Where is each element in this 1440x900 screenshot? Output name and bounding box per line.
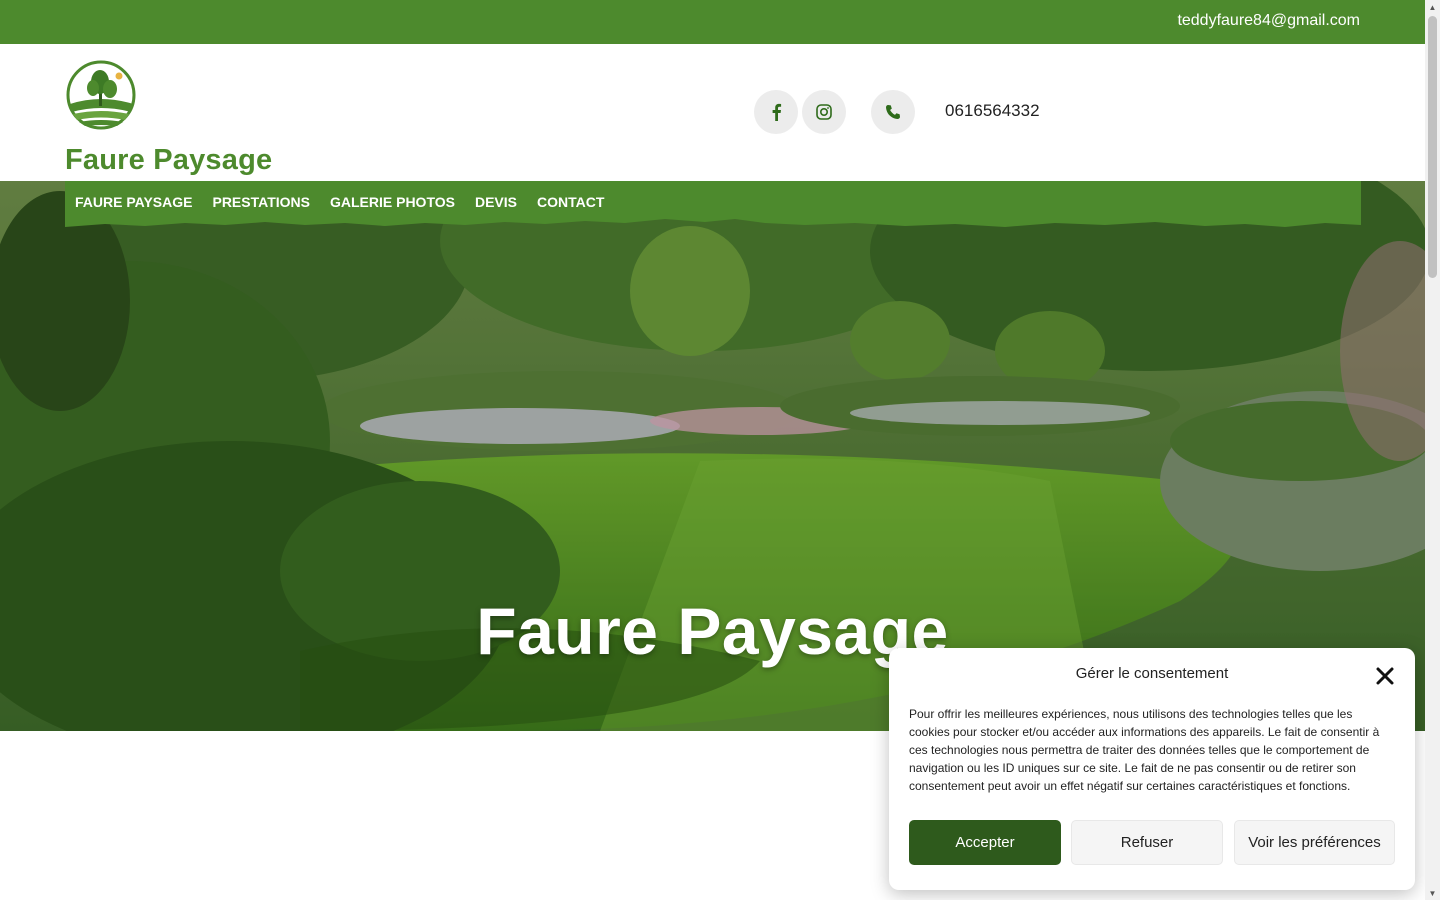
instagram-icon	[816, 104, 832, 120]
instagram-button[interactable]	[802, 90, 846, 134]
nav-item-contact[interactable]: CONTACT	[537, 194, 604, 210]
close-icon[interactable]	[1373, 664, 1397, 688]
accept-button[interactable]: Accepter	[909, 820, 1061, 865]
nav-item-faure-paysage[interactable]: FAURE PAYSAGE	[75, 194, 192, 210]
page: teddyfaure84@gmail.com Faure Paysage 061…	[0, 0, 1425, 900]
nav-menu: FAURE PAYSAGE PRESTATIONS GALERIE PHOTOS…	[75, 194, 624, 210]
site-header: Faure Paysage 0616564332	[0, 44, 1425, 181]
nav-item-devis[interactable]: DEVIS	[475, 194, 517, 210]
phone-number[interactable]: 0616564332	[945, 101, 1040, 121]
consent-description: Pour offrir les meilleures expériences, …	[909, 707, 1380, 793]
email-link[interactable]: teddyfaure84@gmail.com	[1177, 12, 1360, 30]
phone-icon	[886, 105, 900, 119]
facebook-icon	[772, 103, 782, 121]
main-nav: FAURE PAYSAGE PRESTATIONS GALERIE PHOTOS…	[65, 181, 1361, 233]
consent-dialog: Gérer le consentement Pour offrir les me…	[889, 648, 1415, 890]
scroll-down-icon[interactable]: ▼	[1425, 886, 1440, 900]
scroll-up-icon[interactable]: ▲	[1425, 0, 1440, 14]
logo-emblem-icon	[66, 60, 136, 130]
nav-item-prestations[interactable]: PRESTATIONS	[212, 194, 310, 210]
page-scrollbar[interactable]: ▲ ▼	[1425, 0, 1440, 900]
logo[interactable]: Faure Paysage	[65, 58, 275, 176]
phone-button[interactable]	[871, 90, 915, 134]
top-bar: teddyfaure84@gmail.com	[0, 0, 1425, 44]
facebook-button[interactable]	[754, 90, 798, 134]
logo-text: Faure Paysage	[65, 144, 273, 176]
preferences-button[interactable]: Voir les préférences	[1234, 820, 1395, 865]
refuse-button[interactable]: Refuser	[1071, 820, 1223, 865]
consent-title: Gérer le consentement	[1075, 665, 1229, 682]
nav-item-galerie-photos[interactable]: GALERIE PHOTOS	[330, 194, 455, 210]
scrollbar-thumb[interactable]	[1428, 16, 1437, 278]
